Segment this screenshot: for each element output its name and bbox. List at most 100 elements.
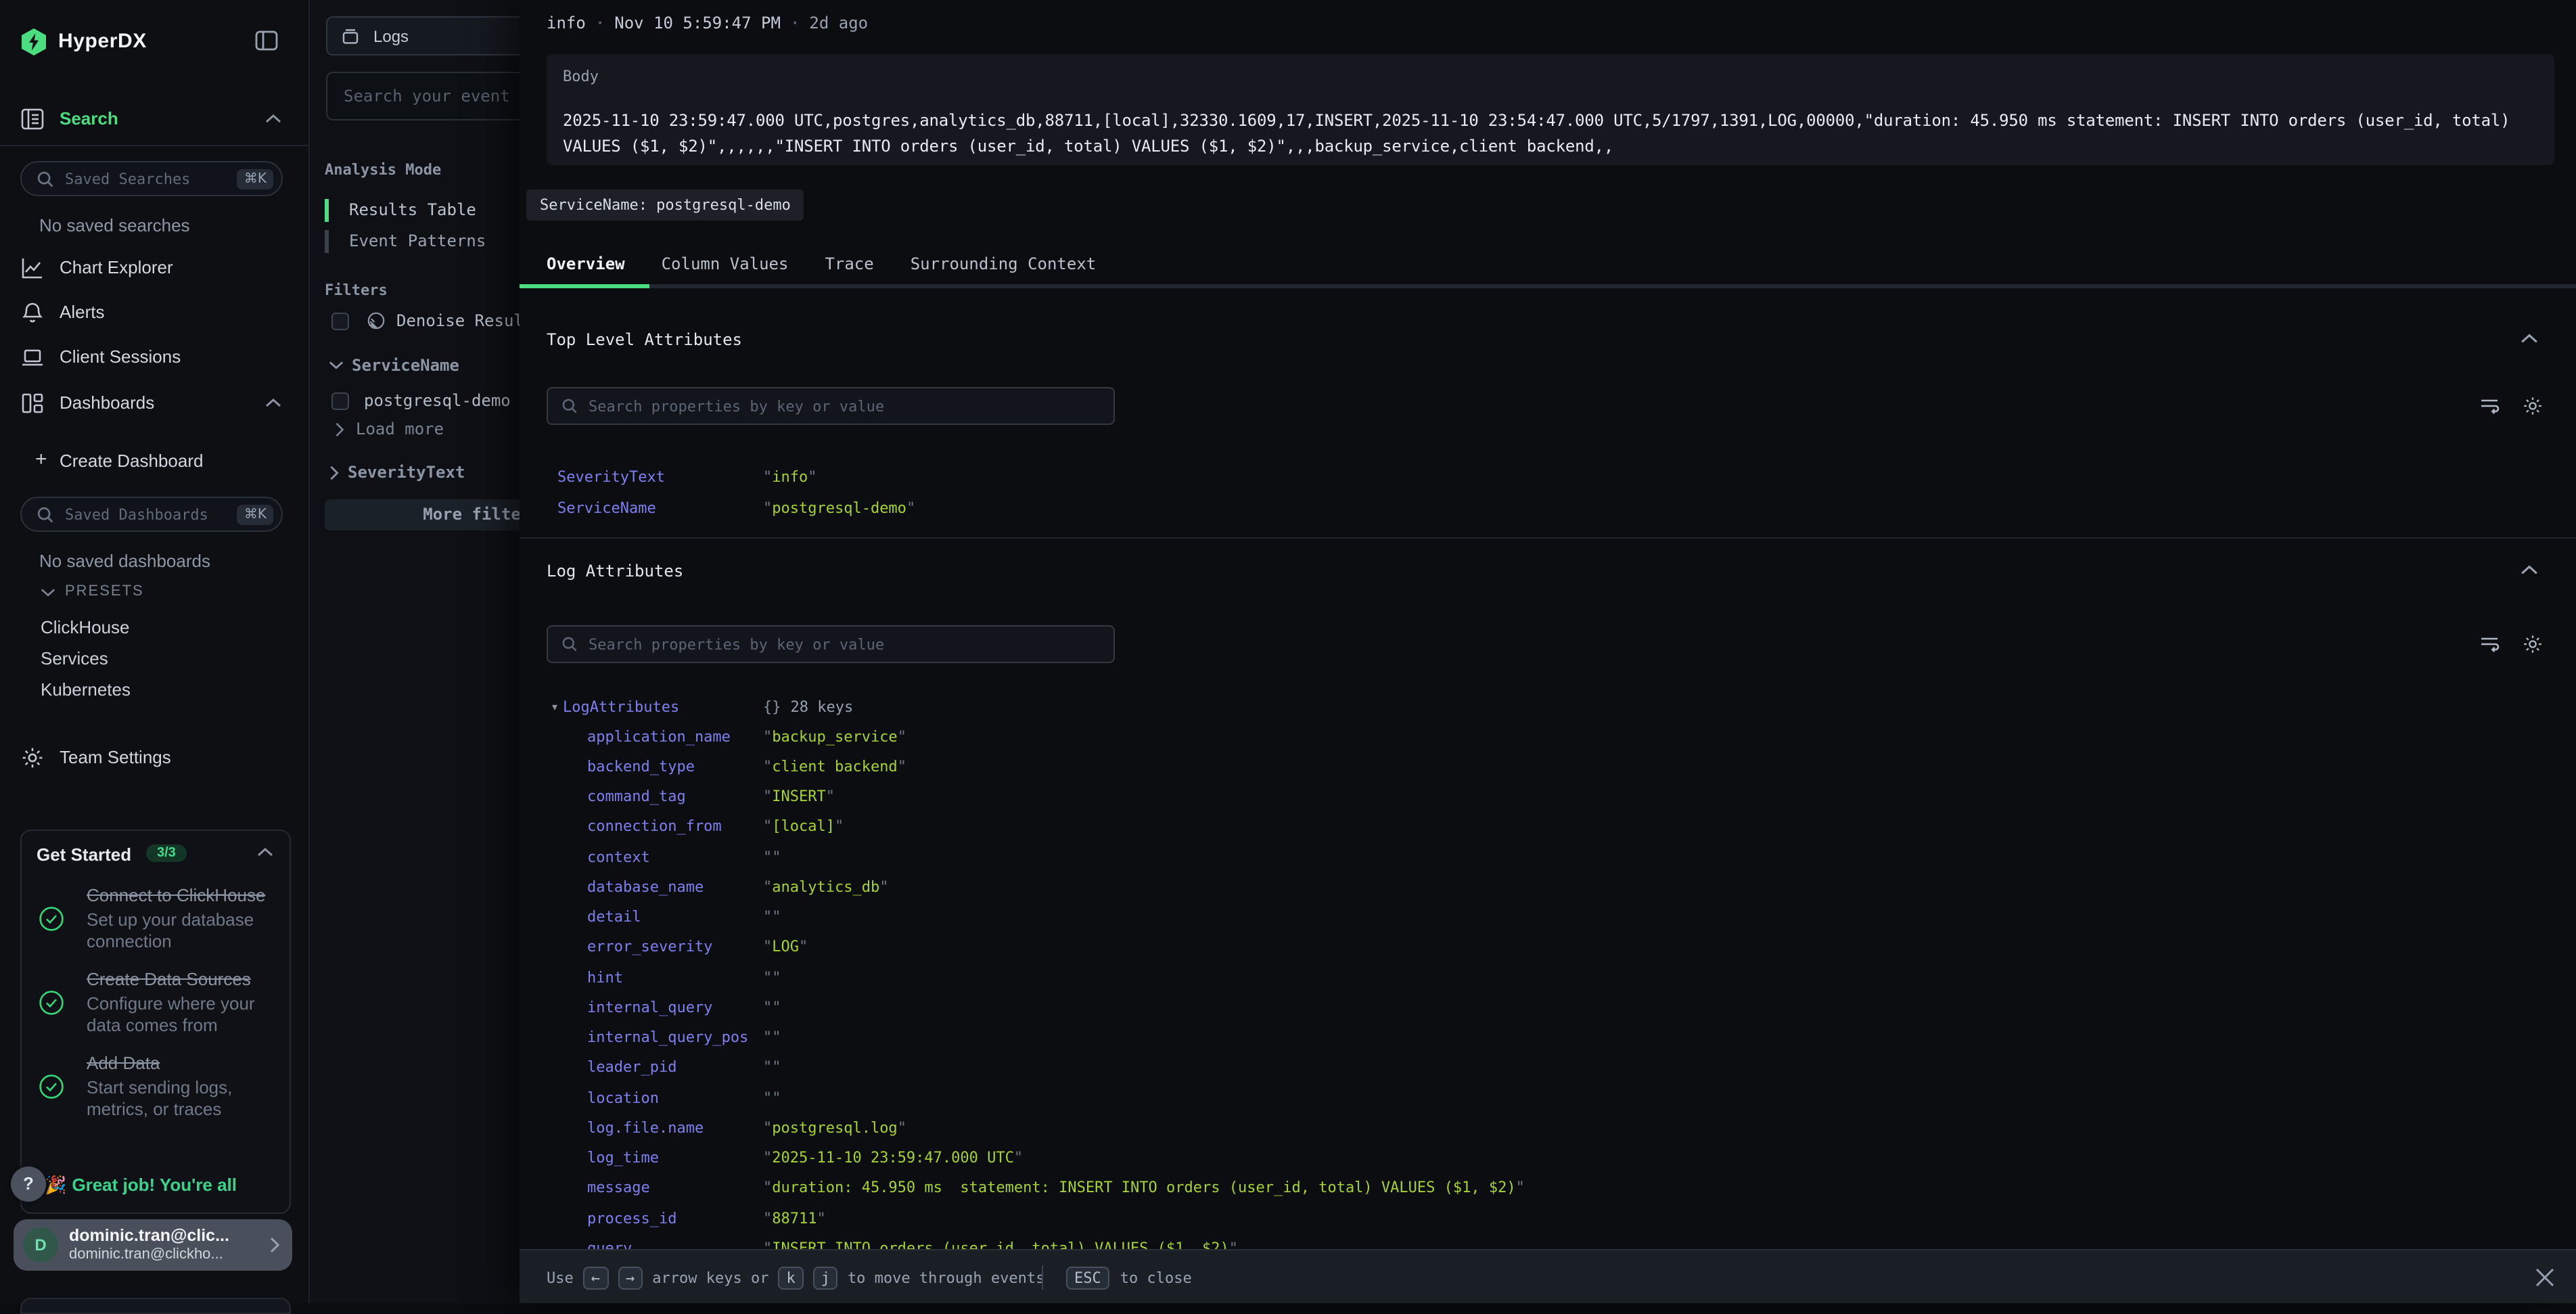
gear-icon[interactable] [2522, 633, 2544, 655]
sidebar-item-alerts[interactable]: Alerts [0, 299, 308, 329]
preset-item[interactable]: Kubernetes [41, 679, 131, 700]
search-icon [561, 398, 578, 414]
preset-item[interactable]: Services [41, 648, 108, 669]
braces-icon: {} [763, 698, 781, 715]
log-attributes-search-placeholder: Search properties by key or value [589, 635, 884, 653]
attribute-key[interactable]: message [587, 1179, 763, 1197]
help-button[interactable]: ? [11, 1166, 46, 1202]
service-name-tag[interactable]: ServiceName: postgresql-demo [526, 189, 804, 221]
wrap-lines-icon[interactable] [2479, 633, 2500, 655]
attribute-value[interactable]: "postgresql-demo" [763, 499, 915, 517]
load-more-button[interactable]: Load more [334, 420, 444, 438]
sidebar-item-search[interactable]: Search [0, 106, 308, 135]
chevron-up-icon[interactable] [2521, 564, 2538, 576]
esc-hint: ESC to close [1066, 1250, 1192, 1305]
attribute-value[interactable]: "88711" [763, 1209, 826, 1227]
attribute-value[interactable]: "" [763, 968, 781, 986]
attribute-key[interactable]: command_tag [587, 788, 763, 805]
attribute-value[interactable]: "INSERT" [763, 788, 835, 805]
top-level-section-actions [2479, 395, 2544, 417]
event-footer-bar: Use ← → arrow keys or k j to move throug… [520, 1249, 2576, 1303]
tab[interactable]: Column Values [662, 245, 789, 284]
attribute-row: message "duration: 45.950 ms statement: … [547, 1173, 2549, 1204]
sidebar-collapse-icon[interactable] [254, 28, 279, 53]
chevron-up-icon[interactable] [265, 398, 281, 409]
event-body-text[interactable]: 2025-11-10 23:59:47.000 UTC,postgres,ana… [563, 108, 2541, 160]
get-started-header[interactable]: Get Started 3/3 [22, 831, 290, 877]
load-more-label: Load more [356, 420, 444, 438]
preset-item[interactable]: ClickHouse [41, 617, 130, 637]
attribute-value[interactable]: "" [763, 908, 781, 926]
checklist-item[interactable]: Add Data Start sending logs, metrics, or… [22, 1045, 290, 1129]
attribute-value[interactable]: "LOG" [763, 938, 808, 956]
attribute-value[interactable]: "" [763, 1028, 781, 1046]
attribute-key[interactable]: internal_query [587, 999, 763, 1016]
filter-group-severitytext[interactable]: SeverityText [329, 463, 465, 482]
sidebar-item-client-sessions[interactable]: Client Sessions [0, 344, 308, 373]
checklist-item-title: Create Data Sources [87, 969, 273, 991]
attribute-value[interactable]: "" [763, 1089, 781, 1106]
saved-searches-input[interactable]: Saved Searches ⌘K [20, 161, 283, 196]
top-level-search-input[interactable]: Search properties by key or value [547, 387, 1115, 425]
attribute-value[interactable]: "[local]" [763, 818, 844, 836]
sidebar-item-dashboards[interactable]: Dashboards [0, 390, 308, 420]
chevron-up-icon[interactable] [2521, 333, 2538, 345]
tab[interactable]: Surrounding Context [911, 245, 1097, 284]
saved-dashboards-input[interactable]: Saved Dashboards ⌘K [20, 497, 283, 532]
attribute-key[interactable]: internal_query_pos [587, 1028, 763, 1046]
gear-icon[interactable] [2522, 395, 2544, 417]
checklist-item-title: Add Data [87, 1053, 273, 1074]
attribute-key[interactable]: database_name [587, 878, 763, 896]
postgresql-demo-checkbox[interactable] [331, 392, 349, 409]
attribute-key[interactable]: log.file.name [587, 1119, 763, 1137]
log-attributes-title: Log Attributes [547, 562, 683, 581]
attribute-value[interactable]: "postgresql.log" [763, 1119, 906, 1137]
attribute-value[interactable]: "client backend" [763, 758, 906, 775]
attribute-key[interactable]: LogAttributes [563, 698, 763, 715]
log-attributes-search-input[interactable]: Search properties by key or value [547, 625, 1115, 663]
tab[interactable]: Overview [547, 245, 625, 284]
attribute-key[interactable]: error_severity [587, 938, 763, 956]
filter-group-servicename[interactable]: ServiceName [329, 356, 459, 375]
get-started-progress-badge: 3/3 [146, 844, 187, 862]
attribute-key[interactable]: SeverityText [557, 468, 763, 486]
chevron-up-icon[interactable] [257, 847, 273, 858]
chevron-up-icon[interactable] [265, 114, 281, 124]
filters-label: Filters [325, 281, 388, 299]
service-value-label: postgresql-demo [364, 391, 511, 410]
caret-down-icon[interactable]: ▾ [552, 700, 563, 712]
attribute-key[interactable]: detail [587, 908, 763, 926]
checklist-item[interactable]: Create Data Sources Configure where your… [22, 961, 290, 1045]
attribute-value[interactable]: "backup_service" [763, 727, 906, 745]
create-dashboard-button[interactable]: + Create Dashboard [0, 448, 308, 475]
checklist-item[interactable]: Connect to ClickHouse Set up your databa… [22, 877, 290, 961]
attribute-key[interactable]: location [587, 1089, 763, 1106]
chevron-right-icon [334, 422, 345, 436]
attribute-key[interactable]: log_time [587, 1149, 763, 1166]
attribute-value[interactable]: "info" [763, 468, 817, 486]
denoise-checkbox[interactable] [331, 312, 349, 330]
attribute-key[interactable]: hint [587, 968, 763, 986]
attribute-key[interactable]: connection_from [587, 818, 763, 836]
attribute-value[interactable]: "duration: 45.950 ms statement: INSERT I… [763, 1179, 1525, 1197]
tab[interactable]: Trace [825, 245, 873, 284]
user-menu[interactable]: D dominic.tran@clic... dominic.tran@clic… [14, 1219, 292, 1271]
sidebar-item-team-settings[interactable]: Team Settings [0, 744, 308, 774]
attribute-key[interactable]: application_name [587, 727, 763, 745]
attribute-key[interactable]: process_id [587, 1209, 763, 1227]
attribute-key[interactable]: context [587, 848, 763, 865]
attribute-value[interactable]: "2025-11-10 23:59:47.000 UTC" [763, 1149, 1023, 1166]
sidebar-item-chart-explorer[interactable]: Chart Explorer [0, 254, 308, 284]
log-attributes-root-row: ▾ LogAttributes {}28 keys [547, 692, 2549, 721]
attribute-value[interactable]: "" [763, 848, 781, 865]
attribute-value[interactable]: "" [763, 999, 781, 1016]
attribute-row: leader_pid "" [547, 1053, 2549, 1083]
attribute-key[interactable]: ServiceName [557, 499, 763, 517]
attribute-value[interactable]: "analytics_db" [763, 878, 888, 896]
wrap-lines-icon[interactable] [2479, 395, 2500, 417]
attribute-key[interactable]: backend_type [587, 758, 763, 775]
attribute-key[interactable]: leader_pid [587, 1059, 763, 1077]
attribute-value[interactable]: "" [763, 1059, 781, 1077]
presets-toggle[interactable]: PRESETS [41, 582, 298, 604]
close-icon[interactable] [2535, 1268, 2554, 1287]
